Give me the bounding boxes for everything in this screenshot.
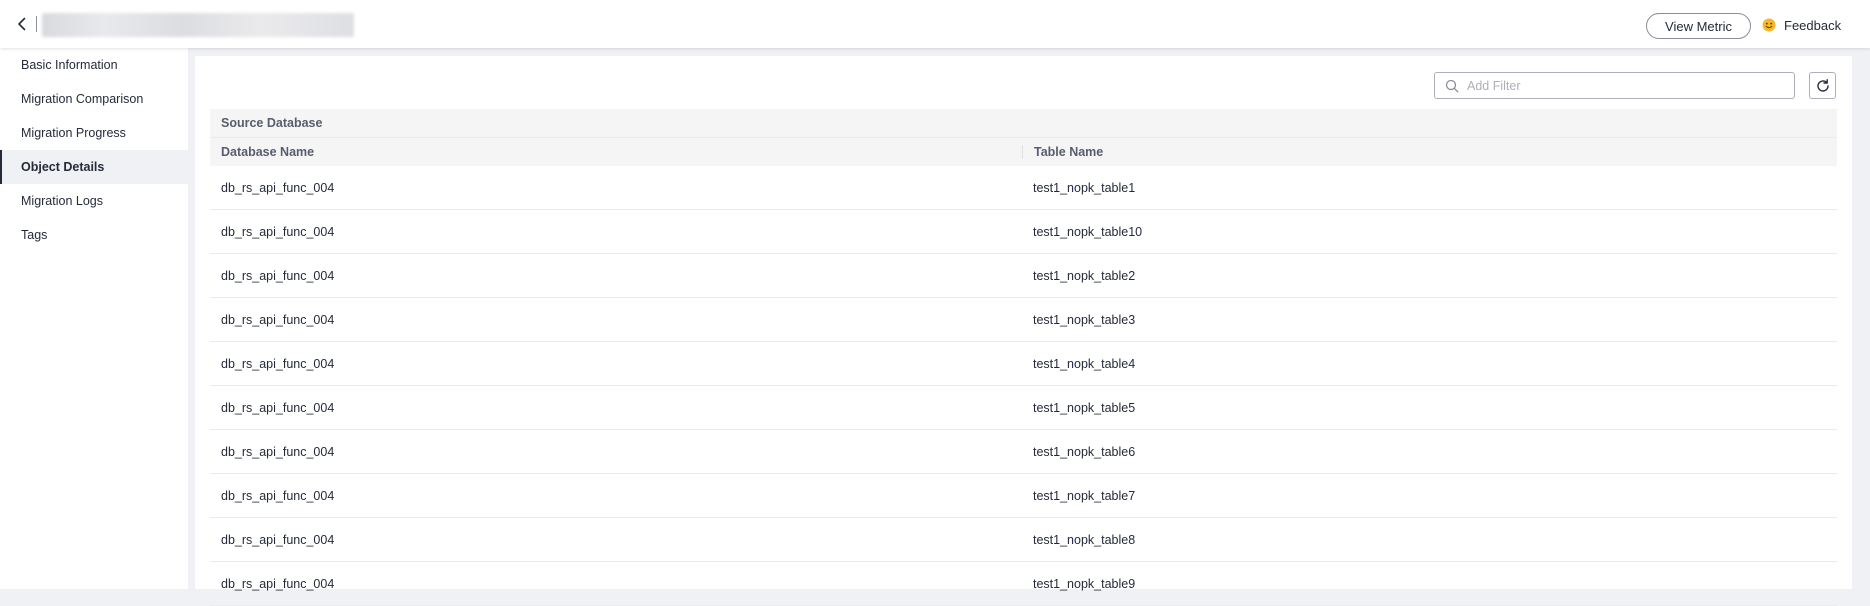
feedback-link[interactable]: Feedback [1762, 16, 1841, 34]
chevron-left-icon[interactable] [14, 16, 30, 32]
objects-table: Source Database Database Name Table Name… [210, 109, 1837, 606]
sidebar-item-tags[interactable]: Tags [0, 218, 188, 252]
table-row: db_rs_api_func_004 test1_nopk_table6 [210, 430, 1837, 474]
view-metric-button[interactable]: View Metric [1646, 13, 1751, 39]
cell-table-name: test1_nopk_table10 [1033, 224, 1143, 239]
table-row: db_rs_api_func_004 test1_nopk_table1 [210, 166, 1837, 210]
cell-table-name: test1_nopk_table3 [1033, 312, 1136, 327]
cell-database-name: db_rs_api_func_004 [221, 488, 335, 503]
cell-table-name: test1_nopk_table9 [1033, 576, 1136, 591]
cell-database-name: db_rs_api_func_004 [221, 356, 335, 371]
cell-table-name: test1_nopk_table2 [1033, 268, 1136, 283]
cell-database-name: db_rs_api_func_004 [221, 400, 335, 415]
feedback-label: Feedback [1784, 17, 1842, 33]
table-row: db_rs_api_func_004 test1_nopk_table5 [210, 386, 1837, 430]
refresh-button[interactable] [1809, 72, 1836, 99]
cell-database-name: db_rs_api_func_004 [221, 532, 335, 547]
cell-table-name: test1_nopk_table6 [1033, 444, 1136, 459]
smile-icon [1762, 18, 1776, 32]
refresh-icon [1816, 78, 1829, 92]
cell-database-name: db_rs_api_func_004 [221, 444, 335, 459]
cell-table-name: test1_nopk_table4 [1033, 356, 1136, 371]
column-header-database-name: Database Name [221, 145, 315, 159]
cell-table-name: test1_nopk_table7 [1033, 488, 1136, 503]
filter-box[interactable] [1434, 72, 1795, 99]
table-row: db_rs_api_func_004 test1_nopk_table2 [210, 254, 1837, 298]
cell-database-name: db_rs_api_func_004 [221, 312, 335, 327]
redacted-title [42, 13, 354, 37]
cell-database-name: db_rs_api_func_004 [221, 224, 335, 239]
table-group-header: Source Database [210, 109, 1837, 137]
search-icon [1445, 79, 1459, 92]
table-row: db_rs_api_func_004 test1_nopk_table8 [210, 518, 1837, 562]
column-header-table-name: Table Name [1022, 145, 1837, 159]
sidebar: Basic Information Migration Comparison M… [0, 48, 188, 589]
cell-database-name: db_rs_api_func_004 [221, 576, 335, 591]
title-divider [36, 16, 37, 32]
cell-database-name: db_rs_api_func_004 [221, 180, 335, 195]
table-row: db_rs_api_func_004 test1_nopk_table7 [210, 474, 1837, 518]
table-header-row: Database Name Table Name [210, 137, 1837, 166]
main-panel: Source Database Database Name Table Name… [195, 56, 1852, 606]
table-row: db_rs_api_func_004 test1_nopk_table3 [210, 298, 1837, 342]
sidebar-item-migration-progress[interactable]: Migration Progress [0, 116, 188, 150]
table-body: db_rs_api_func_004 test1_nopk_table1 db_rs… [210, 166, 1837, 606]
filter-input[interactable] [1465, 77, 1789, 94]
sidebar-item-migration-logs[interactable]: Migration Logs [0, 184, 188, 218]
sidebar-item-basic-information[interactable]: Basic Information [0, 48, 188, 82]
cell-database-name: db_rs_api_func_004 [221, 268, 335, 283]
table-row: db_rs_api_func_004 test1_nopk_table10 [210, 210, 1837, 254]
table-row: db_rs_api_func_004 test1_nopk_table4 [210, 342, 1837, 386]
top-bar: View Metric Feedback [0, 0, 1870, 48]
table-row: db_rs_api_func_004 test1_nopk_table9 [210, 562, 1837, 606]
cell-table-name: test1_nopk_table8 [1033, 532, 1136, 547]
sidebar-item-object-details[interactable]: Object Details [0, 150, 188, 184]
cell-table-name: test1_nopk_table5 [1033, 400, 1136, 415]
cell-table-name: test1_nopk_table1 [1033, 180, 1136, 195]
sidebar-item-migration-comparison[interactable]: Migration Comparison [0, 82, 188, 116]
